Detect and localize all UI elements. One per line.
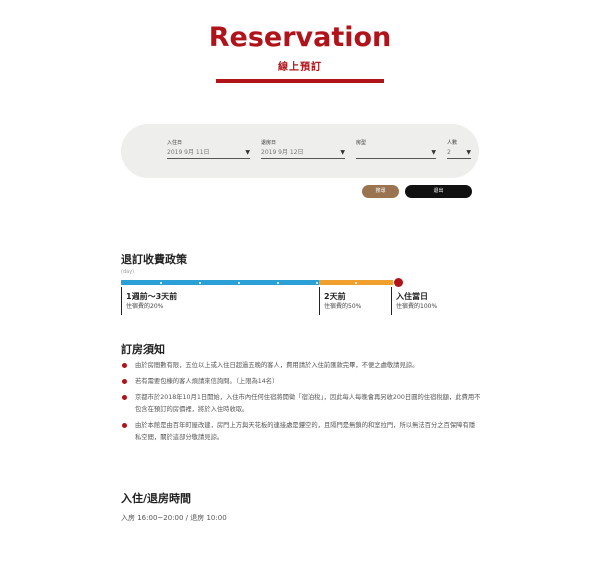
timeline-dot [160,281,162,284]
note-text: 由於房間數有限，五位以上或入住日超過五晚的客人，費用請於入住前匯款完畢，不便之處… [135,362,419,369]
guests-select[interactable]: 2 ▼ [447,147,471,159]
notes-list: 由於房間數有限，五位以上或入住日超過五晚的客人，費用請於入住前匯款完畢，不便之處… [121,360,481,448]
reservation-search-panel: 入住日 2019 9月 11日 ▼ 退房日 2019 9月 12日 ▼ 房型 ▼… [121,124,479,178]
chevron-down-icon: ▼ [466,149,471,156]
policy-bar-early [121,280,319,285]
checkin-date-field[interactable]: 入住日 2019 9月 11日 ▼ [167,139,250,159]
timeline-dot [238,281,240,284]
room-type-field[interactable]: 房型 ▼ [356,139,436,159]
guests-value: 2 [447,149,451,156]
chevron-down-icon: ▼ [245,149,250,156]
guests-field[interactable]: 人數 2 ▼ [447,139,471,159]
list-item: 由於房間數有限，五位以上或入住日超過五晚的客人，費用請於入住前匯款完畢，不便之處… [121,360,481,372]
policy-heading: 退訂收費政策 [121,253,187,266]
bullet-icon [122,363,127,368]
note-text: 京都市於2018年10月1日開始，入住市內任何住宿將開徵「宿泊稅」，因此每人每晚… [135,394,481,413]
list-item: 若有需要包棟的客人煩請來信詢問。（上限為14名） [121,376,481,388]
page-subtitle: 線上預訂 [278,62,322,73]
tier-name: 2天前 [324,292,346,301]
policy-tier: 2天前 住宿費的50% [319,287,391,315]
policy-unit-label: (day) [121,269,135,275]
bullet-icon [122,395,127,400]
checkin-label: 入住日 [167,140,183,146]
timeline-dot [277,281,279,284]
checkout-date-field[interactable]: 退房日 2019 9月 12日 ▼ [261,139,345,159]
note-text: 若有需要包棟的客人煩請來信詢問。（上限為14名） [135,378,279,385]
list-item: 由於本館是由百年町屋改建，房門上方與天花板的連接處是鏤空的，且隔門是無鎖的和室拉… [121,420,481,444]
timeline-dot [316,281,318,284]
checkin-day-marker [394,278,403,287]
timeline-dot [199,281,201,284]
policy-tier: 入住當日 住宿費的100% [391,287,481,315]
checkin-date-value: 2019 9月 11日 [167,149,210,156]
checkin-times: 入房 16:00~20:00 / 退房 10:00 [121,514,227,522]
chevron-down-icon: ▼ [340,149,345,156]
checkout-label: 退房日 [261,140,277,146]
checkout-date-value: 2019 9月 12日 [261,149,304,156]
tier-name: 入住當日 [396,292,428,301]
tier-fee: 住宿費的100% [396,303,438,310]
tier-fee: 住宿費的50% [324,303,362,310]
policy-tier: 1週前～3天前 住宿費的20% [121,287,317,315]
checkin-heading: 入住/退房時間 [121,492,192,505]
note-text: 由於本館是由百年町屋改建，房門上方與天花板的連接處是鏤空的，且隔門是無鎖的和室拉… [135,422,476,441]
room-type-label: 房型 [356,140,367,146]
cancel-button[interactable]: 退出 [405,185,472,198]
bullet-icon [122,423,127,428]
tier-fee: 住宿費的20% [126,303,164,310]
guests-label: 人數 [447,140,458,146]
list-item: 京都市於2018年10月1日開始，入住市內任何住宿將開徵「宿泊稅」，因此每人每晚… [121,392,481,416]
search-button[interactable]: 搜尋 [362,185,399,198]
page-title: Reservation [208,22,392,53]
tier-name: 1週前～3天前 [126,292,178,301]
notes-heading: 訂房須知 [121,343,165,356]
checkin-date-select[interactable]: 2019 9月 11日 ▼ [167,147,250,159]
chevron-down-icon: ▼ [431,149,436,156]
checkout-date-select[interactable]: 2019 9月 12日 ▼ [261,147,345,159]
bullet-icon [122,379,127,384]
room-type-select[interactable]: ▼ [356,147,436,159]
title-underline [216,79,384,83]
timeline-dot [355,281,357,284]
